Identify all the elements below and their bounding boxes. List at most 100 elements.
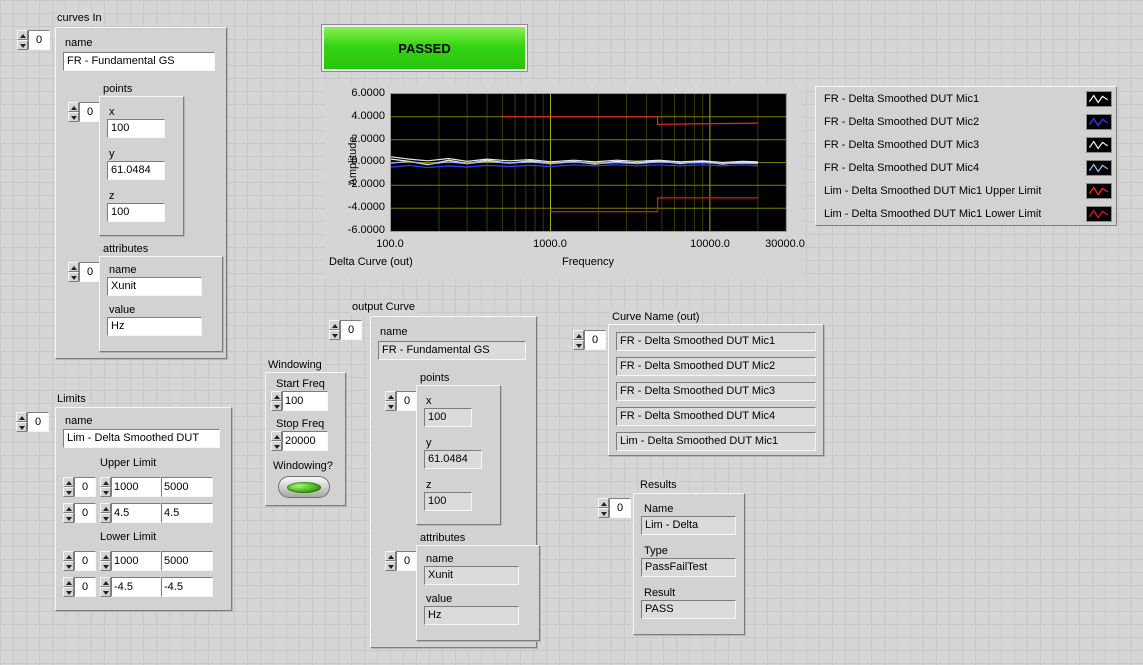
increment-arrow[interactable]: [271, 391, 282, 401]
index-value[interactable]: 0: [74, 551, 96, 571]
attr-value-field[interactable]: Hz: [107, 317, 202, 336]
index-value[interactable]: 0: [79, 262, 101, 282]
decrement-arrow[interactable]: [16, 422, 27, 432]
freq-value-field[interactable]: 5000: [161, 477, 213, 497]
increment-arrow[interactable]: [271, 431, 282, 441]
value-spinner[interactable]: [271, 391, 282, 411]
index-spinner[interactable]: [16, 412, 27, 432]
increment-arrow[interactable]: [329, 320, 340, 330]
plot-line-icon[interactable]: [1086, 160, 1112, 176]
legend-item[interactable]: FR - Delta Smoothed DUT Mic1: [816, 87, 1116, 110]
legend-item[interactable]: FR - Delta Smoothed DUT Mic4: [816, 156, 1116, 179]
value-spinner[interactable]: [100, 577, 111, 597]
index-spinner[interactable]: [385, 551, 396, 571]
increment-arrow[interactable]: [573, 330, 584, 340]
attributes-index[interactable]: 0: [385, 551, 418, 571]
index-value[interactable]: 0: [396, 391, 418, 411]
decrement-arrow[interactable]: [329, 330, 340, 340]
plot-line-icon[interactable]: [1086, 183, 1112, 199]
decrement-arrow[interactable]: [63, 587, 74, 597]
index-spinner[interactable]: [385, 391, 396, 411]
decrement-arrow[interactable]: [63, 513, 74, 523]
decrement-arrow[interactable]: [63, 561, 74, 571]
legend-item[interactable]: FR - Delta Smoothed DUT Mic2: [816, 110, 1116, 133]
curves-in-index[interactable]: 0: [17, 30, 50, 50]
decrement-arrow[interactable]: [17, 40, 28, 50]
output-curve-index[interactable]: 0: [329, 320, 362, 340]
legend-item[interactable]: Lim - Delta Smoothed DUT Mic1 Lower Limi…: [816, 202, 1116, 225]
freq-value-field[interactable]: 5000: [161, 551, 213, 571]
plot-line-icon[interactable]: [1086, 206, 1112, 222]
decrement-arrow[interactable]: [100, 487, 111, 497]
decrement-arrow[interactable]: [100, 561, 111, 571]
index-spinner[interactable]: [63, 503, 74, 523]
increment-arrow[interactable]: [598, 498, 609, 508]
limit-name-field[interactable]: Lim - Delta Smoothed DUT: [63, 429, 220, 448]
index-value[interactable]: 0: [584, 330, 606, 350]
index-spinner[interactable]: [63, 551, 74, 571]
index-spinner[interactable]: [68, 102, 79, 122]
decrement-arrow[interactable]: [385, 401, 396, 411]
decrement-arrow[interactable]: [271, 401, 282, 411]
index-value[interactable]: 0: [396, 551, 418, 571]
index-value[interactable]: 0: [609, 498, 631, 518]
increment-arrow[interactable]: [385, 391, 396, 401]
points-index[interactable]: 0: [68, 102, 101, 122]
index-value[interactable]: 0: [340, 320, 362, 340]
increment-arrow[interactable]: [63, 577, 74, 587]
windowing-toggle[interactable]: [278, 476, 330, 498]
index-spinner[interactable]: [63, 477, 74, 497]
stop-freq-field[interactable]: 20000: [282, 431, 328, 451]
amplitude-value-field[interactable]: -4.5: [161, 577, 213, 597]
increment-arrow[interactable]: [100, 503, 111, 513]
decrement-arrow[interactable]: [68, 112, 79, 122]
index-spinner[interactable]: [573, 330, 584, 350]
increment-arrow[interactable]: [68, 262, 79, 272]
index-value[interactable]: 0: [74, 503, 96, 523]
decrement-arrow[interactable]: [385, 561, 396, 571]
value-spinner[interactable]: [100, 477, 111, 497]
x-field[interactable]: 100: [107, 119, 165, 138]
legend-item[interactable]: FR - Delta Smoothed DUT Mic3: [816, 133, 1116, 156]
decrement-arrow[interactable]: [598, 508, 609, 518]
increment-arrow[interactable]: [68, 102, 79, 112]
index-value[interactable]: 0: [28, 30, 50, 50]
curve-name-out-index[interactable]: 0: [573, 330, 606, 350]
decrement-arrow[interactable]: [63, 487, 74, 497]
limits-index[interactable]: 0: [16, 412, 49, 432]
plot-line-icon[interactable]: [1086, 114, 1112, 130]
plot-line-icon[interactable]: [1086, 137, 1112, 153]
increment-arrow[interactable]: [100, 551, 111, 561]
freq-value-field[interactable]: 1000: [111, 551, 161, 571]
decrement-arrow[interactable]: [100, 513, 111, 523]
decrement-arrow[interactable]: [573, 340, 584, 350]
amplitude-value-field[interactable]: 4.5: [111, 503, 161, 523]
decrement-arrow[interactable]: [271, 441, 282, 451]
increment-arrow[interactable]: [63, 503, 74, 513]
start-freq-field[interactable]: 100: [282, 391, 328, 411]
value-spinner[interactable]: [100, 551, 111, 571]
index-spinner[interactable]: [63, 577, 74, 597]
z-field[interactable]: 100: [107, 203, 165, 222]
attributes-index[interactable]: 0: [68, 262, 101, 282]
plot-line-icon[interactable]: [1086, 91, 1112, 107]
index-spinner[interactable]: [17, 30, 28, 50]
index-value[interactable]: 0: [79, 102, 101, 122]
curve-name-field[interactable]: FR - Fundamental GS: [63, 52, 215, 71]
decrement-arrow[interactable]: [68, 272, 79, 282]
value-spinner[interactable]: [271, 431, 282, 451]
increment-arrow[interactable]: [17, 30, 28, 40]
amplitude-value-field[interactable]: 4.5: [161, 503, 213, 523]
increment-arrow[interactable]: [100, 577, 111, 587]
index-spinner[interactable]: [598, 498, 609, 518]
amplitude-value-field[interactable]: -4.5: [111, 577, 161, 597]
increment-arrow[interactable]: [100, 477, 111, 487]
attr-name-field[interactable]: Xunit: [107, 277, 202, 296]
increment-arrow[interactable]: [385, 551, 396, 561]
increment-arrow[interactable]: [63, 477, 74, 487]
increment-arrow[interactable]: [16, 412, 27, 422]
index-value[interactable]: 0: [74, 477, 96, 497]
index-value[interactable]: 0: [27, 412, 49, 432]
increment-arrow[interactable]: [63, 551, 74, 561]
index-spinner[interactable]: [68, 262, 79, 282]
